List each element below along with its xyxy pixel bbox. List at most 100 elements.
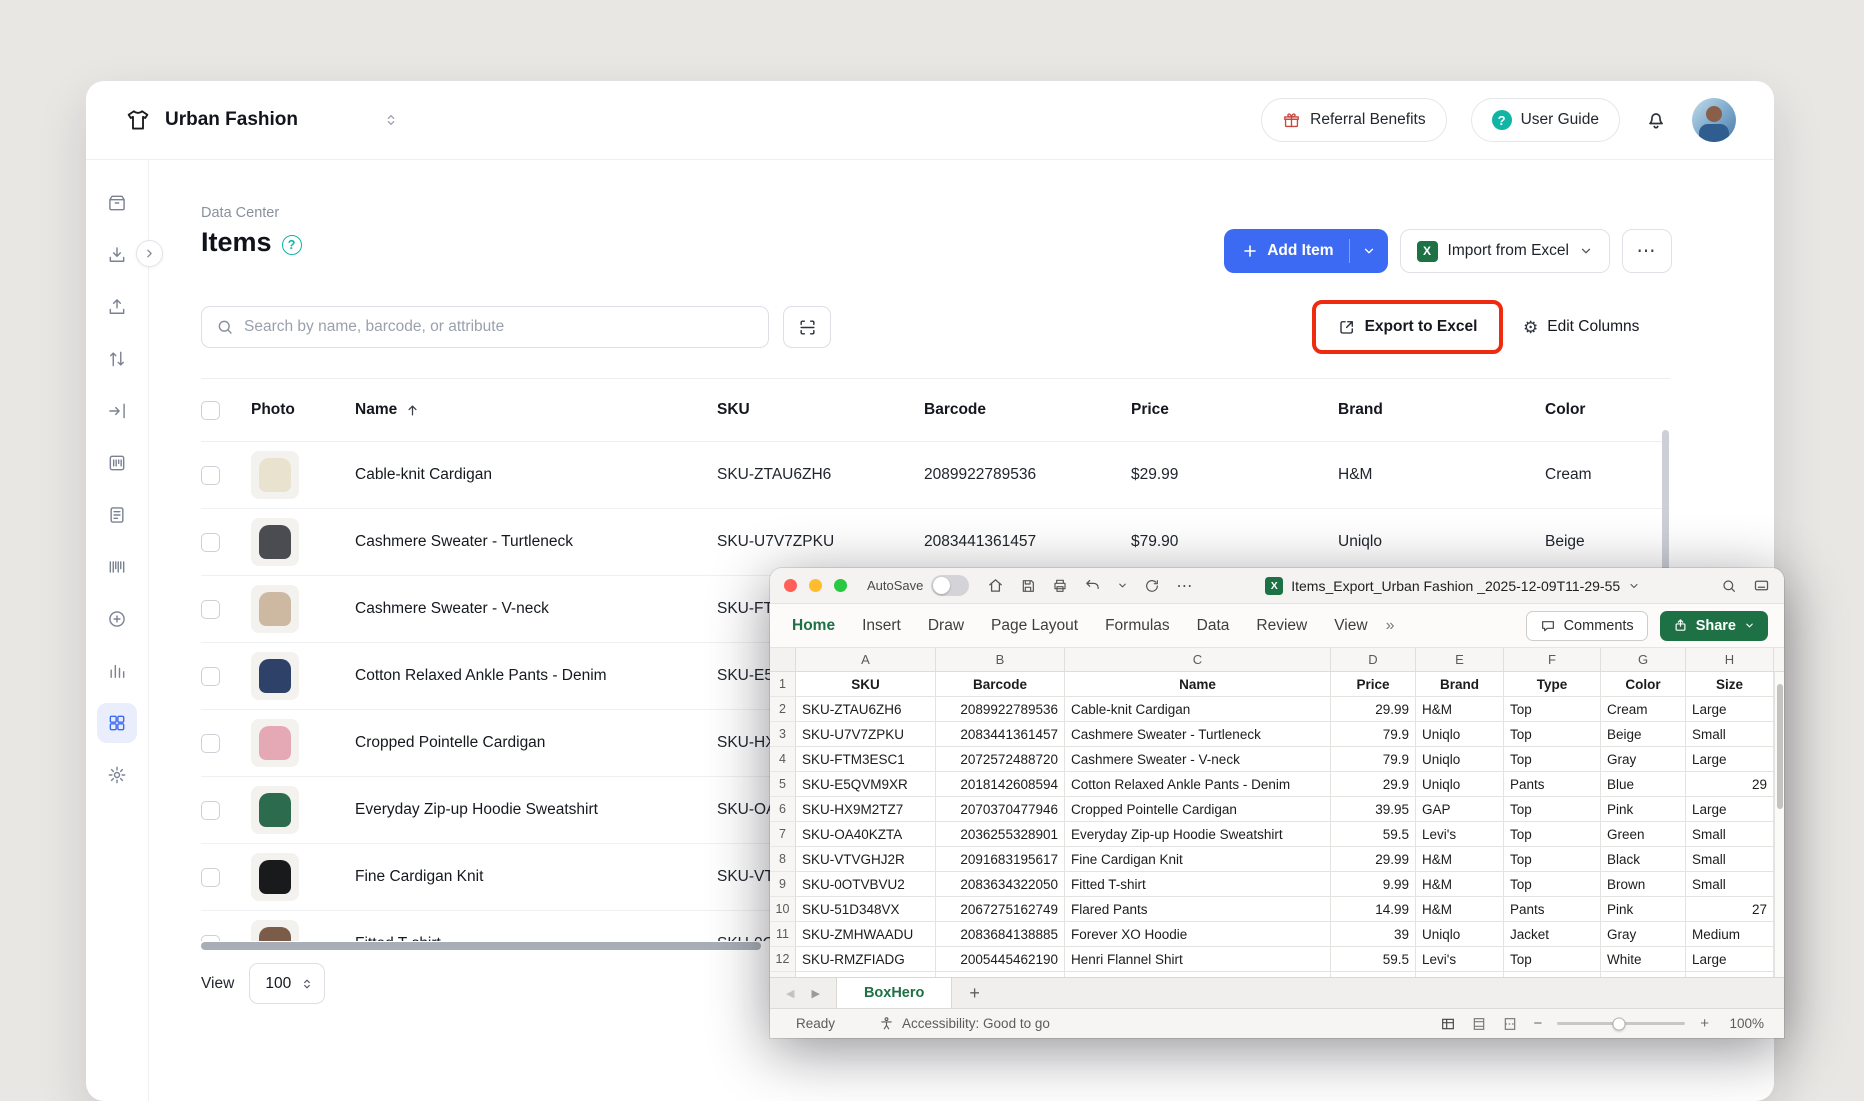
normal-view-icon[interactable]: [1440, 1016, 1456, 1032]
zoom-in-button[interactable]: +: [1700, 1015, 1709, 1032]
grid-cell[interactable]: Top: [1504, 847, 1601, 872]
grid-cell[interactable]: Small: [1686, 872, 1774, 897]
search-input[interactable]: [244, 318, 754, 336]
workspace-switch-icon[interactable]: [383, 112, 399, 128]
grid-cell[interactable]: SKU-FTM3ESC1: [796, 747, 936, 772]
excel-tab-insert[interactable]: Insert: [862, 617, 901, 635]
column-header-H[interactable]: H: [1686, 648, 1774, 671]
grid-cell[interactable]: Cashmere Sweater - Turtleneck: [1065, 722, 1331, 747]
grid-cell[interactable]: Small: [1686, 822, 1774, 847]
grid-cell[interactable]: Brand: [1416, 672, 1504, 697]
grid-cell[interactable]: H&M: [1416, 897, 1504, 922]
redo-dropdown-icon[interactable]: [1117, 580, 1128, 591]
grid-cell[interactable]: SKU-51D348VX: [796, 897, 936, 922]
row-number[interactable]: 2: [770, 697, 796, 722]
grid-cell[interactable]: Flared Pants: [1065, 897, 1331, 922]
grid-cell[interactable]: Gray: [1601, 922, 1686, 947]
grid-cell[interactable]: 39: [1331, 922, 1416, 947]
close-icon[interactable]: [784, 579, 797, 592]
excel-tab-view[interactable]: View: [1334, 617, 1367, 635]
grid-cell[interactable]: H&M: [1416, 697, 1504, 722]
grid-cell[interactable]: SKU-ZTAU6ZH6: [796, 697, 936, 722]
grid-cell[interactable]: Pants: [1504, 772, 1601, 797]
excel-tab-page-layout[interactable]: Page Layout: [991, 617, 1078, 635]
grid-cell[interactable]: Price: [1331, 672, 1416, 697]
zoom-slider-knob[interactable]: [1612, 1017, 1625, 1030]
user-guide-button[interactable]: ? User Guide: [1471, 98, 1620, 142]
grid-cell[interactable]: Uniqlo: [1416, 722, 1504, 747]
column-header-name[interactable]: Name: [355, 401, 717, 419]
grid-cell[interactable]: Uniqlo: [1416, 772, 1504, 797]
grid-cell[interactable]: Blue: [1601, 772, 1686, 797]
select-all-corner[interactable]: [770, 648, 796, 671]
excel-tab-data[interactable]: Data: [1197, 617, 1230, 635]
grid-cell[interactable]: Green: [1601, 822, 1686, 847]
grid-cell[interactable]: Large: [1686, 947, 1774, 972]
export-to-excel-button[interactable]: Export to Excel: [1312, 300, 1503, 354]
excel-tab-formulas[interactable]: Formulas: [1105, 617, 1170, 635]
row-number[interactable]: 8: [770, 847, 796, 872]
page-layout-view-icon[interactable]: [1471, 1016, 1487, 1032]
sheet-next-icon[interactable]: ▶: [811, 987, 819, 1000]
sidebar-item-storage[interactable]: [97, 183, 137, 223]
grid-cell[interactable]: Levi's: [1416, 822, 1504, 847]
grid-cell[interactable]: SKU-VTVGHJ2R: [796, 847, 936, 872]
sidebar-item-stock-out[interactable]: [97, 287, 137, 327]
grid-cell[interactable]: 29.99: [1331, 697, 1416, 722]
zoom-out-button[interactable]: −: [1533, 1015, 1542, 1032]
sidebar-item-stock-in[interactable]: [97, 235, 137, 275]
grid-cell[interactable]: 14.99: [1331, 897, 1416, 922]
sidebar-item-print-label[interactable]: [97, 443, 137, 483]
undo-icon[interactable]: [1084, 577, 1101, 594]
row-number[interactable]: 11: [770, 922, 796, 947]
scrollbar-thumb[interactable]: [1777, 684, 1783, 809]
grid-vertical-scrollbar[interactable]: [1774, 672, 1784, 977]
sidebar-item-settings[interactable]: [97, 755, 137, 795]
column-header-photo[interactable]: Photo: [251, 401, 355, 419]
add-item-button[interactable]: Add Item: [1224, 229, 1387, 273]
barcode-scan-button[interactable]: [783, 306, 831, 348]
grid-cell[interactable]: Name: [1065, 672, 1331, 697]
grid-cell[interactable]: 2072572488720: [936, 747, 1065, 772]
grid-cell[interactable]: 29: [1686, 772, 1774, 797]
row-number[interactable]: 6: [770, 797, 796, 822]
row-number[interactable]: 5: [770, 772, 796, 797]
grid-cell[interactable]: Uniqlo: [1416, 922, 1504, 947]
add-sheet-button[interactable]: +: [952, 978, 997, 1008]
excel-titlebar[interactable]: AutoSave ⋯ X Items_Export_Urban Fashion …: [770, 568, 1784, 604]
grid-cell[interactable]: 2091683195617: [936, 847, 1065, 872]
grid-cell[interactable]: Small: [1686, 847, 1774, 872]
comments-button[interactable]: Comments: [1526, 611, 1648, 641]
sheet-tab-boxhero[interactable]: BoxHero: [836, 978, 952, 1008]
grid-cell[interactable]: Gray: [1601, 747, 1686, 772]
save-icon[interactable]: [1020, 578, 1036, 594]
grid-cell[interactable]: Cream: [1601, 697, 1686, 722]
grid-cell[interactable]: Fitted T-shirt: [1065, 872, 1331, 897]
grid-cell[interactable]: SKU-E5QVM9XR: [796, 772, 936, 797]
grid-cell[interactable]: Jacket: [1504, 922, 1601, 947]
row-number[interactable]: 7: [770, 822, 796, 847]
grid-cell[interactable]: 2005445462190: [936, 947, 1065, 972]
grid-cell[interactable]: SKU-OA40KZTA: [796, 822, 936, 847]
row-checkbox[interactable]: [201, 667, 220, 686]
grid-cell[interactable]: Top: [1504, 722, 1601, 747]
grid-cell[interactable]: Color: [1601, 672, 1686, 697]
grid-cell[interactable]: Forever XO Hoodie: [1065, 922, 1331, 947]
grid-cell[interactable]: 9.99: [1331, 872, 1416, 897]
grid-cell[interactable]: Pants: [1504, 897, 1601, 922]
column-header-color[interactable]: Color: [1545, 401, 1670, 419]
column-header-brand[interactable]: Brand: [1338, 401, 1545, 419]
grid-cell[interactable]: Top: [1504, 872, 1601, 897]
sidebar-item-move[interactable]: [97, 391, 137, 431]
grid-cell[interactable]: SKU: [796, 672, 936, 697]
column-header-C[interactable]: C: [1065, 648, 1331, 671]
grid-cell[interactable]: GAP: [1416, 797, 1504, 822]
grid-cell[interactable]: Top: [1504, 697, 1601, 722]
table-row[interactable]: Cashmere Sweater - TurtleneckSKU-U7V7ZPK…: [201, 509, 1670, 576]
refresh-icon[interactable]: [1144, 578, 1160, 594]
grid-cell[interactable]: Levi's: [1416, 947, 1504, 972]
grid-cell[interactable]: 29.9: [1331, 772, 1416, 797]
grid-cell[interactable]: 2036255328901: [936, 822, 1065, 847]
grid-cell[interactable]: Cable-knit Cardigan: [1065, 697, 1331, 722]
column-header-barcode[interactable]: Barcode: [924, 401, 1131, 419]
